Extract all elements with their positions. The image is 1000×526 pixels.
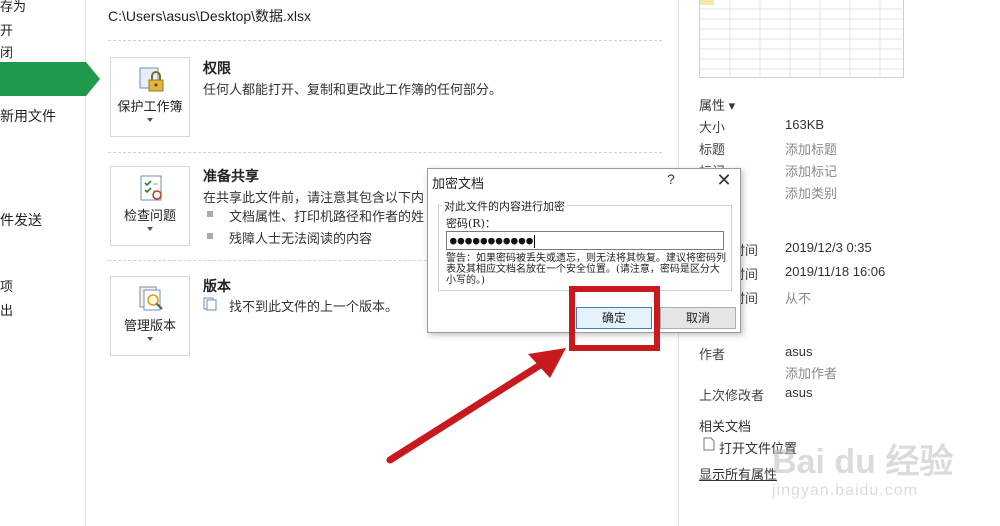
versions-desc: 找不到此文件的上一个版本。: [229, 299, 399, 314]
add-tags-field[interactable]: 添加标记: [785, 161, 837, 180]
password-warning: 警告：如果密码被丢失或遗忘，则无法将其恢复。建议将密码列表及其相应文档名放在一个…: [446, 253, 726, 286]
text-caret: [533, 234, 535, 248]
workbook-thumbnail: [699, 0, 904, 78]
prop-value-modified: 2019/11/18 16:06: [785, 264, 886, 279]
cancel-button[interactable]: 取消: [660, 307, 736, 329]
baidu-jingyan-watermark: Bai du 经验 jingyan.baidu.com: [772, 430, 972, 520]
document-icon: [703, 437, 715, 451]
prop-value-size: 163KB: [785, 117, 825, 132]
chevron-down-icon: [147, 337, 153, 341]
annotation-arrow: [386, 348, 566, 464]
share-bullet-1: 文档属性、打印机路径和作者的姓: [229, 209, 425, 224]
chevron-down-icon: [147, 118, 153, 122]
prop-label-last-modified-by: 上次修改者: [699, 388, 765, 403]
bullet: [207, 233, 213, 239]
nav-options[interactable]: 项: [0, 276, 13, 295]
add-title-field[interactable]: 添加标题: [785, 139, 837, 158]
nav-exit[interactable]: 出: [0, 300, 13, 319]
share-desc: 在共享此文件前，请注意其包含以下内: [203, 190, 425, 205]
manage-versions-icon: [139, 286, 163, 311]
password-label: 密码(R)：: [446, 217, 496, 230]
prop-value-author: asus: [785, 344, 813, 359]
prop-label-author: 作者: [699, 347, 726, 362]
document-version-icon: [203, 297, 217, 311]
show-all-properties-link[interactable]: 显示所有属性: [699, 464, 777, 483]
nav-send[interactable]: 件发送: [0, 210, 42, 230]
bullet: [207, 211, 213, 217]
password-value: ●●●●●●●●●●●: [450, 234, 534, 247]
chevron-down-icon: [147, 227, 153, 231]
manage-versions-label: 管理版本: [123, 318, 176, 333]
add-author-field[interactable]: 添加作者: [785, 363, 837, 382]
permissions-title: 权限: [203, 60, 231, 76]
check-issues-button[interactable]: 检查问题: [110, 166, 190, 246]
prop-value-last-modified-by: asus: [785, 385, 813, 400]
protect-workbook-button[interactable]: 保护工作簿: [110, 57, 190, 137]
help-icon[interactable]: ?: [667, 171, 675, 187]
properties-header[interactable]: 属性 ▾: [699, 95, 735, 114]
protect-workbook-label: 保护工作簿: [117, 99, 183, 114]
encrypt-group-legend: 对此文件的内容进行加密: [442, 198, 567, 214]
prop-label-size: 大小: [699, 120, 726, 135]
nav-open[interactable]: 开: [0, 20, 13, 39]
related-documents-header: 相关文档: [699, 419, 752, 434]
file-path: C:\Users\asus\Desktop\数据.xlsx: [108, 8, 312, 24]
nav-save-as[interactable]: 存为: [0, 0, 26, 15]
watermark-url: jingyan.baidu.com: [772, 482, 918, 499]
close-icon[interactable]: ✕: [712, 169, 736, 191]
share-bullet-2: 残障人士无法阅读的内容: [229, 231, 373, 246]
prop-value-created: 2019/12/3 0:35: [785, 240, 872, 255]
password-input[interactable]: ●●●●●●●●●●●: [446, 231, 724, 250]
divider: [108, 152, 662, 153]
versions-title: 版本: [203, 278, 231, 294]
permissions-desc: 任何人都能打开、复制和更改此工作簿的任何部分。: [203, 82, 503, 97]
divider: [108, 40, 662, 41]
prop-value-printed: 从不: [785, 291, 812, 306]
lock-icon: [139, 67, 164, 92]
prop-label-title: 标题: [699, 142, 726, 157]
dialog-title: 加密文档: [432, 176, 485, 191]
highlight-box: [569, 286, 660, 351]
watermark-brand: Bai du 经验: [772, 443, 954, 481]
manage-versions-button[interactable]: 管理版本: [110, 276, 190, 356]
nav-info-active[interactable]: [0, 62, 100, 96]
nav-close[interactable]: 闭: [0, 42, 13, 61]
backstage-nav: 存为 开 闭 新用文件 件发送 项 出: [0, 0, 100, 526]
nav-recent[interactable]: 新用文件: [0, 106, 56, 126]
check-issues-label: 检查问题: [123, 208, 176, 223]
inspect-document-icon: [140, 175, 162, 201]
spreadsheet-thumbnail-image: [700, 0, 903, 77]
add-category-field[interactable]: 添加类别: [785, 183, 837, 202]
share-title: 准备共享: [203, 168, 259, 184]
